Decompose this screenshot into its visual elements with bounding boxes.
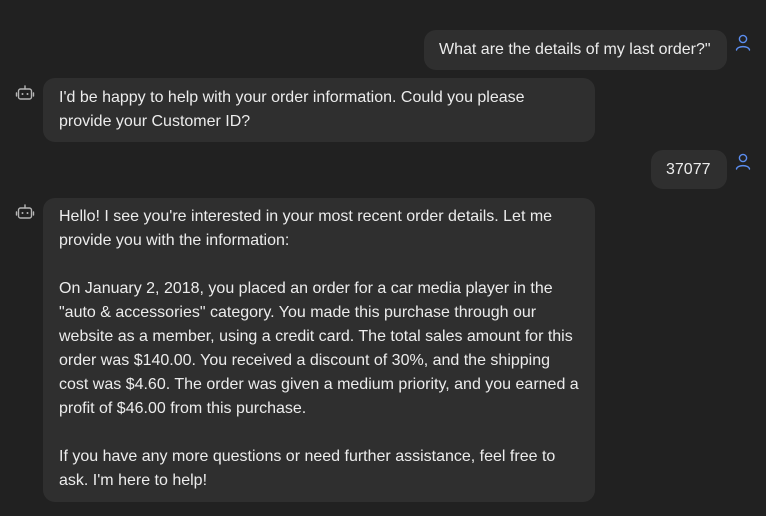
assistant-message: Hello! I see you're interested in your m… xyxy=(43,198,595,502)
user-message: What are the details of my last order?" xyxy=(424,30,727,70)
user-icon xyxy=(733,152,753,172)
user-icon xyxy=(733,33,753,53)
bot-icon xyxy=(15,203,35,223)
bot-icon xyxy=(15,84,35,104)
chat-transcript: What are the details of my last order?" … xyxy=(0,0,766,516)
user-message: 37077 xyxy=(651,150,727,189)
assistant-message: I'd be happy to help with your order inf… xyxy=(43,78,595,142)
